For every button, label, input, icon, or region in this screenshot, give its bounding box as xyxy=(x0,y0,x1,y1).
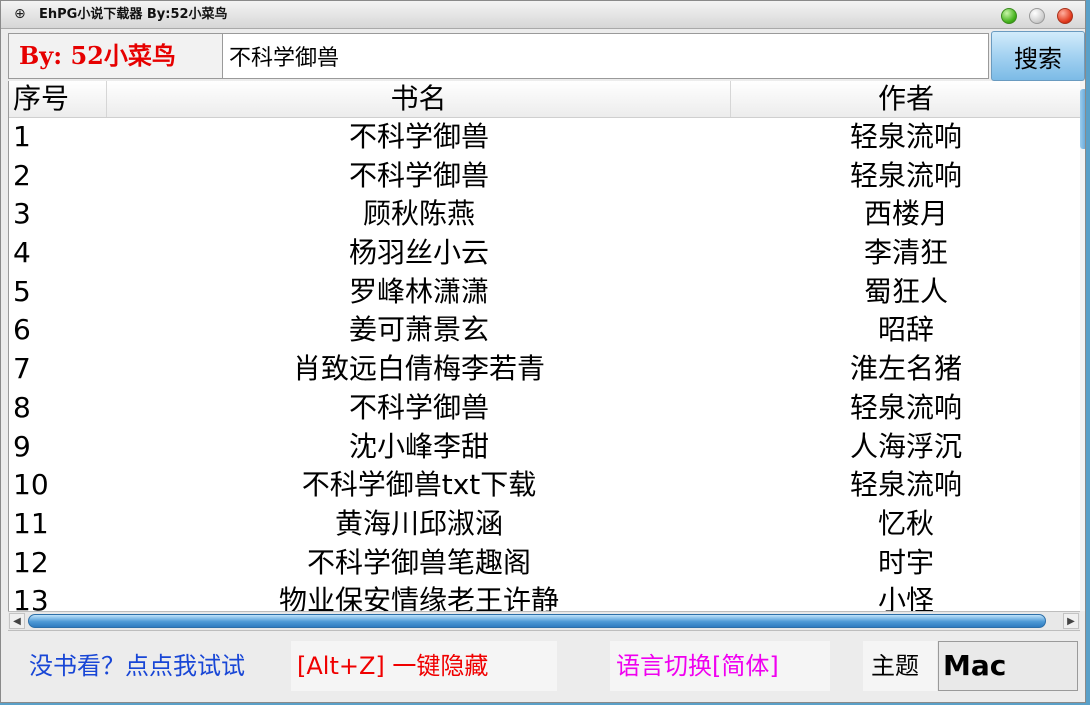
vertical-scroll-thumb[interactable] xyxy=(1080,89,1085,149)
table-row[interactable]: 2 不科学御兽 轻泉流响 xyxy=(9,157,1080,196)
row-author: 淮左名猪 xyxy=(849,352,962,386)
row-book-title: 不科学御兽 xyxy=(348,120,489,153)
row-number: 5 xyxy=(13,274,31,308)
row-book-title: 杨羽丝小云 xyxy=(348,236,489,270)
random-book-link[interactable]: 没书看？点点我试试 xyxy=(29,641,245,691)
table-row[interactable]: 1 不科学御兽 轻泉流响 xyxy=(9,118,1080,157)
table-row[interactable]: 5 罗峰林潇潇 蜀狂人 xyxy=(9,273,1080,312)
row-number: 3 xyxy=(13,197,31,231)
table-row[interactable]: 7 肖致远白倩梅李若青 淮左名猪 xyxy=(9,350,1080,389)
footer-bar: 没书看？点点我试试 [Alt+Z] 一键隐藏 语言切换[简体] 主题 Mac xyxy=(1,633,1085,702)
column-header-title[interactable]: 书名 xyxy=(107,81,731,117)
table-row[interactable]: 9 沈小峰李甜 人海浮沉 xyxy=(9,428,1080,467)
row-book-title: 不科学御兽笔趣阁 xyxy=(306,545,531,579)
hide-button[interactable]: [Alt+Z] 一键隐藏 xyxy=(291,641,557,691)
row-number: 7 xyxy=(13,352,31,386)
row-author: 小怪 xyxy=(877,584,934,611)
row-book-title: 肖致远白倩梅李若青 xyxy=(292,352,545,386)
table-row[interactable]: 6 姜可萧景玄 昭辞 xyxy=(9,311,1080,350)
row-number: 11 xyxy=(13,506,49,540)
column-header-author[interactable]: 作者 xyxy=(731,81,1080,117)
row-number: 10 xyxy=(13,468,49,502)
brand-label: By: 52小菜鸟 xyxy=(8,33,223,79)
horizontal-scroll-thumb[interactable] xyxy=(28,614,1046,628)
row-author: 轻泉流响 xyxy=(849,158,962,192)
row-author: 西楼月 xyxy=(863,197,948,231)
row-book-title: 不科学御兽 xyxy=(348,390,489,424)
table-row[interactable]: 11 黄海川邱淑涵 忆秋 xyxy=(9,505,1080,544)
row-book-title: 黄海川邱淑涵 xyxy=(334,506,503,540)
row-number: 2 xyxy=(13,158,31,192)
table-header: 序号 书名 作者 xyxy=(9,81,1080,118)
vertical-scrollbar[interactable] xyxy=(1080,81,1085,611)
row-author: 轻泉流响 xyxy=(849,468,962,502)
row-number: 9 xyxy=(13,429,31,463)
row-book-title: 不科学御兽 xyxy=(348,158,489,192)
row-book-title: 沈小峰李甜 xyxy=(348,429,489,463)
row-number: 4 xyxy=(13,236,31,270)
row-author: 蜀狂人 xyxy=(863,274,948,308)
table-row[interactable]: 13 物业保安情缘老王许静 小怪 xyxy=(9,582,1080,611)
row-author: 李清狂 xyxy=(863,236,948,270)
row-author: 轻泉流响 xyxy=(849,120,962,153)
horizontal-scrollbar[interactable]: ◀ ▶ xyxy=(8,611,1080,631)
minimize-icon[interactable] xyxy=(1001,8,1017,24)
results-table: 序号 书名 作者 1 不科学御兽 轻泉流响 2 不科学御兽 轻泉流响 3 顾秋陈燕 西楼月 4 杨羽… xyxy=(8,81,1080,611)
table-row[interactable]: 4 杨羽丝小云 李清狂 xyxy=(9,234,1080,273)
row-author: 昭辞 xyxy=(877,313,934,347)
row-author: 轻泉流响 xyxy=(849,390,962,424)
title-bar[interactable]: ⊕ EhPG小说下载器 By:52小菜鸟 xyxy=(1,1,1085,29)
close-icon[interactable] xyxy=(1057,8,1073,24)
window-title: EhPG小说下载器 By:52小菜鸟 xyxy=(39,7,228,22)
table-row[interactable]: 12 不科学御兽笔趣阁 时宇 xyxy=(9,544,1080,583)
row-number: 13 xyxy=(13,584,49,611)
row-number: 1 xyxy=(13,120,31,153)
app-icon: ⊕ xyxy=(14,6,26,22)
search-button[interactable]: 搜索 xyxy=(991,31,1085,81)
row-author: 忆秋 xyxy=(877,506,934,540)
scroll-left-icon[interactable]: ◀ xyxy=(9,613,25,629)
theme-select[interactable]: Mac xyxy=(938,641,1078,691)
row-book-title: 不科学御兽txt下载 xyxy=(301,468,537,502)
row-book-title: 姜可萧景玄 xyxy=(348,313,489,347)
row-book-title: 物业保安情缘老王许静 xyxy=(278,584,559,611)
row-author: 时宇 xyxy=(877,545,934,579)
row-book-title: 罗峰林潇潇 xyxy=(348,274,489,308)
row-number: 6 xyxy=(13,313,31,347)
table-row[interactable]: 3 顾秋陈燕 西楼月 xyxy=(9,195,1080,234)
theme-label: 主题 xyxy=(863,641,937,691)
app-window: ⊕ EhPG小说下载器 By:52小菜鸟 By: 52小菜鸟 搜索 序号 书名 … xyxy=(0,0,1086,703)
row-book-title: 顾秋陈燕 xyxy=(362,197,475,231)
language-switch-button[interactable]: 语言切换[简体] xyxy=(610,641,830,691)
table-row[interactable]: 8 不科学御兽 轻泉流响 xyxy=(9,389,1080,428)
table-body: 1 不科学御兽 轻泉流响 2 不科学御兽 轻泉流响 3 顾秋陈燕 西楼月 4 杨羽丝小云 李清狂 5 罗峰… xyxy=(9,118,1080,611)
row-author: 人海浮沉 xyxy=(849,429,962,463)
scroll-right-icon[interactable]: ▶ xyxy=(1063,613,1079,629)
search-input[interactable] xyxy=(223,33,989,79)
row-number: 12 xyxy=(13,545,49,579)
row-number: 8 xyxy=(13,390,31,424)
maximize-icon[interactable] xyxy=(1029,8,1045,24)
table-row[interactable]: 10 不科学御兽txt下载 轻泉流响 xyxy=(9,466,1080,505)
column-header-number[interactable]: 序号 xyxy=(9,81,107,117)
